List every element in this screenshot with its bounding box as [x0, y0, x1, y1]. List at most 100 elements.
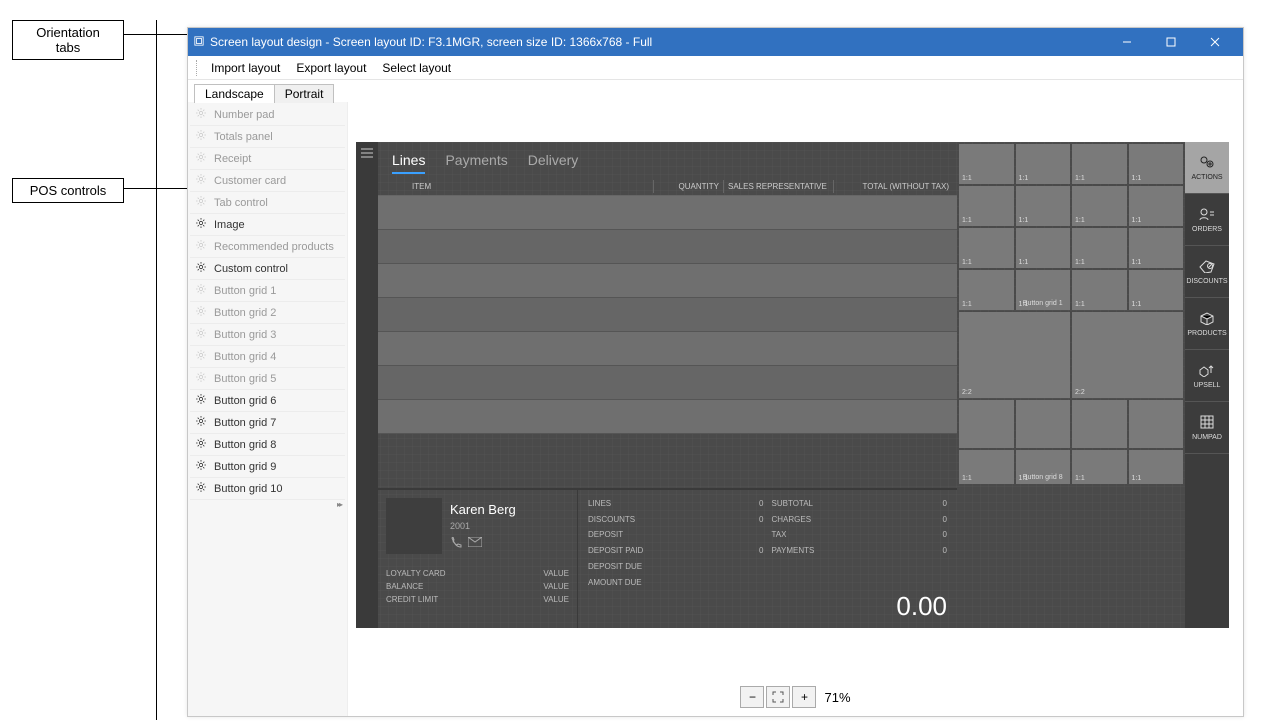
- col-rep: SALES REPRESENTATIVE: [723, 180, 833, 193]
- callout-divider: [156, 20, 157, 720]
- hamburger-icon[interactable]: [356, 142, 378, 628]
- actions-icon: [1199, 155, 1215, 171]
- zoom-out-button[interactable]: −: [740, 686, 764, 708]
- grid-tile[interactable]: [959, 400, 1014, 448]
- pos-control-item: Totals panel: [190, 126, 345, 148]
- action-numpad[interactable]: NUMPAD: [1185, 402, 1229, 454]
- canvas-tabs: Lines Payments Delivery: [378, 142, 957, 180]
- pos-control-label: Button grid 4: [214, 351, 276, 363]
- grid-tile[interactable]: [1072, 400, 1127, 448]
- pos-control-label: Customer card: [214, 175, 286, 187]
- maximize-button[interactable]: [1149, 28, 1193, 56]
- grid-tile[interactable]: 1:1: [1129, 228, 1184, 268]
- grid-tile[interactable]: 1:1: [1129, 450, 1184, 484]
- grid-tile[interactable]: 1:1: [959, 228, 1014, 268]
- canvas-tab-payments[interactable]: Payments: [445, 152, 507, 174]
- pos-control-item: Customer card: [190, 170, 345, 192]
- minimize-button[interactable]: [1105, 28, 1149, 56]
- pos-control-item[interactable]: Button grid 9: [190, 456, 345, 478]
- zoom-label: 71%: [824, 690, 850, 705]
- grand-total: 0.00: [772, 591, 948, 622]
- action-products[interactable]: PRODUCTS: [1185, 298, 1229, 350]
- select-layout-button[interactable]: Select layout: [374, 59, 459, 77]
- pos-control-item: Receipt: [190, 148, 345, 170]
- grid-tile[interactable]: 1:1: [959, 270, 1014, 310]
- grid-tile[interactable]: 1:1: [1016, 144, 1071, 184]
- pos-control-item[interactable]: Image: [190, 214, 345, 236]
- pos-control-label: Button grid 5: [214, 373, 276, 385]
- grid-tile[interactable]: 1:1: [1129, 186, 1184, 226]
- action-upsell[interactable]: UPSELL: [1185, 350, 1229, 402]
- gear-icon: [196, 328, 206, 341]
- titlebar[interactable]: Screen layout design - Screen layout ID:…: [188, 28, 1243, 56]
- action-label: PRODUCTS: [1187, 330, 1226, 337]
- tab-landscape[interactable]: Landscape: [194, 84, 275, 103]
- gear-icon: [196, 108, 206, 121]
- export-layout-button[interactable]: Export layout: [288, 59, 374, 77]
- pos-control-item[interactable]: Button grid 7: [190, 412, 345, 434]
- action-discounts[interactable]: DISCOUNTS: [1185, 246, 1229, 298]
- totals-row: DEPOSIT PAID0: [588, 543, 764, 559]
- lines-rows[interactable]: [378, 196, 957, 488]
- pos-control-item: Number pad: [190, 104, 345, 126]
- pos-control-item[interactable]: Button grid 10: [190, 478, 345, 500]
- grid-tile[interactable]: 1:1: [959, 186, 1014, 226]
- gear-icon: [196, 240, 206, 253]
- grid-tile[interactable]: 1:1: [1129, 270, 1184, 310]
- avatar: [386, 498, 442, 554]
- designer-toolbar: Import layout Export layout Select layou…: [188, 56, 1243, 80]
- grid-tile[interactable]: 1:1: [1072, 228, 1127, 268]
- callout-pos: POS controls: [12, 178, 124, 203]
- callout-orientation: Orientation tabs: [12, 20, 124, 60]
- orientation-tabs: Landscape Portrait: [188, 80, 1243, 102]
- gear-icon: [196, 174, 206, 187]
- pos-control-label: Button grid 2: [214, 307, 276, 319]
- mail-icon[interactable]: [468, 537, 482, 551]
- gear-icon: [196, 306, 206, 319]
- canvas-tab-delivery[interactable]: Delivery: [528, 152, 579, 174]
- col-total: TOTAL (WITHOUT TAX): [833, 180, 953, 193]
- totals-row: DISCOUNTS0: [588, 512, 764, 528]
- gear-icon: [196, 218, 206, 231]
- tab-portrait[interactable]: Portrait: [274, 84, 335, 103]
- grid-tile[interactable]: 1:1: [1016, 228, 1071, 268]
- grid-tile[interactable]: 1:1Button grid 1: [1016, 270, 1071, 310]
- pos-control-label: Button grid 6: [214, 395, 276, 407]
- numpad-icon: [1199, 415, 1215, 431]
- grid-tile[interactable]: 1:1: [959, 450, 1014, 484]
- gear-icon: [196, 482, 206, 495]
- canvas-tab-lines[interactable]: Lines: [392, 152, 425, 174]
- grid-tile[interactable]: 1:1: [1072, 270, 1127, 310]
- customer-card[interactable]: Karen Berg 2001 LOYALTY CARDValue BALANC…: [378, 490, 578, 628]
- upsell-icon: [1199, 363, 1215, 379]
- pos-control-label: Totals panel: [214, 131, 273, 143]
- grid-tile[interactable]: 2:2: [959, 312, 1070, 398]
- gear-icon: [196, 460, 206, 473]
- grid-tile[interactable]: 1:1: [1129, 144, 1184, 184]
- grid-tile[interactable]: 1:1: [1072, 144, 1127, 184]
- pos-control-item[interactable]: Button grid 8: [190, 434, 345, 456]
- grid-tile[interactable]: [1129, 400, 1184, 448]
- import-layout-button[interactable]: Import layout: [203, 59, 288, 77]
- pos-control-item[interactable]: Custom control: [190, 258, 345, 280]
- layout-canvas[interactable]: Lines Payments Delivery ITEM QUANTITY SA…: [356, 142, 1229, 628]
- grid-tile[interactable]: 1:1Button grid 8: [1016, 450, 1071, 484]
- zoom-fit-button[interactable]: [766, 686, 790, 708]
- grid-tile[interactable]: 1:1: [1072, 186, 1127, 226]
- gear-icon: [196, 262, 206, 275]
- grid-tile[interactable]: 1:1: [1016, 186, 1071, 226]
- grid-tile[interactable]: [1016, 400, 1071, 448]
- pos-control-label: Tab control: [214, 197, 268, 209]
- pos-control-item[interactable]: Button grid 6: [190, 390, 345, 412]
- action-actions[interactable]: ACTIONS: [1185, 142, 1229, 194]
- grid-tile[interactable]: 2:2: [1072, 312, 1183, 398]
- expand-handle[interactable]: ▸▸: [190, 500, 345, 510]
- grid-tile[interactable]: 1:1: [959, 144, 1014, 184]
- action-orders[interactable]: ORDERS: [1185, 194, 1229, 246]
- grid-tile[interactable]: 1:1: [1072, 450, 1127, 484]
- phone-icon[interactable]: [450, 537, 462, 551]
- window-title: Screen layout design - Screen layout ID:…: [210, 35, 652, 49]
- close-button[interactable]: [1193, 28, 1237, 56]
- pos-control-item: Recommended products: [190, 236, 345, 258]
- zoom-in-button[interactable]: +: [792, 686, 816, 708]
